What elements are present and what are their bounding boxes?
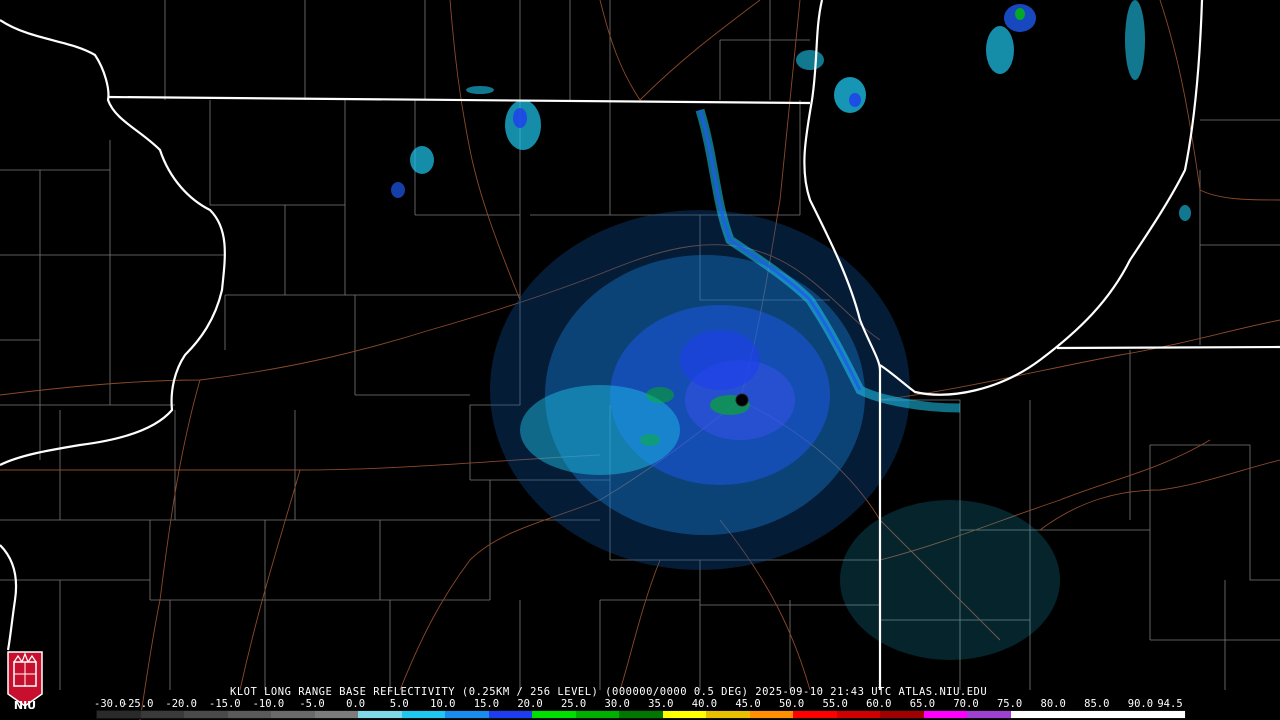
colorbar-swatch [1097, 711, 1142, 718]
colorbar-label: 55.0 [822, 698, 848, 710]
colorbar-label: 50.0 [778, 698, 805, 710]
colorbar-label: 70.0 [953, 698, 979, 710]
colorbar-swatch [749, 711, 794, 718]
colorbar-label: -15.0 [208, 698, 241, 710]
colorbar-label: 90.0 [1127, 698, 1154, 710]
colorbar-label: 40.0 [691, 698, 718, 710]
colorbar-label: 94.5 [1157, 698, 1183, 710]
colorbar-swatch [445, 711, 489, 718]
colorbar-swatch [227, 711, 272, 718]
colorbar-label: -25.0 [121, 698, 154, 710]
colorbar-swatch [271, 711, 315, 718]
colorbar-swatch [836, 711, 881, 718]
colorbar-swatch [793, 711, 837, 718]
colorbar-label: 80.0 [1040, 698, 1066, 710]
colorbar-swatch [97, 711, 141, 718]
colorbar-swatch [358, 711, 402, 718]
colorbar-swatch [923, 711, 968, 718]
logo-text: NIU [13, 699, 37, 712]
colorbar-labels: -30.0 -25.0 -20.0 -15.0 -10.0 -5.0 0.0 5.0 10.0 1… [94, 698, 1204, 710]
colorbar-swatch [184, 711, 228, 718]
colorbar-swatch [140, 711, 185, 718]
colorbar-label: 15.0 [473, 698, 500, 710]
colorbar-label: 85.0 [1084, 698, 1110, 710]
colorbar-swatch [401, 711, 446, 718]
colorbar-label: 20.0 [517, 698, 543, 710]
colorbar-label: -20.0 [165, 698, 197, 710]
colorbar-label: 10.0 [430, 698, 456, 710]
colorbar-label: 0.0 [346, 698, 366, 710]
colorbar-label: 30.0 [604, 698, 630, 710]
colorbar-label: 65.0 [909, 698, 936, 710]
niu-logo: NIU [4, 648, 46, 714]
colorbar-label: 75.0 [996, 698, 1023, 710]
colorbar-swatch [488, 711, 533, 718]
colorbar-swatch [880, 711, 924, 718]
colorbar-label: 35.0 [648, 698, 674, 710]
radar-site-marker [735, 393, 749, 407]
colorbar-swatch [575, 711, 620, 718]
reflectivity-colorbar [96, 710, 1186, 719]
colorbar-label: 25.0 [560, 698, 587, 710]
colorbar-label: -5.0 [299, 698, 325, 710]
colorbar-swatch [967, 711, 1011, 718]
colorbar-swatch [314, 711, 359, 718]
colorbar-label: 60.0 [866, 698, 892, 710]
radar-map [0, 0, 1280, 720]
colorbar-swatch [1141, 711, 1185, 718]
colorbar-label: -10.0 [252, 698, 285, 710]
product-title: KLOT LONG RANGE BASE REFLECTIVITY (0.25K… [230, 686, 988, 698]
colorbar-swatch [706, 711, 750, 718]
colorbar-swatch [1054, 711, 1098, 718]
colorbar-swatch [532, 711, 576, 718]
colorbar-swatch [1010, 711, 1055, 718]
colorbar-swatch [662, 711, 707, 718]
colorbar-label: 5.0 [389, 698, 409, 710]
colorbar-label: 45.0 [735, 698, 761, 710]
colorbar-swatch [619, 711, 663, 718]
